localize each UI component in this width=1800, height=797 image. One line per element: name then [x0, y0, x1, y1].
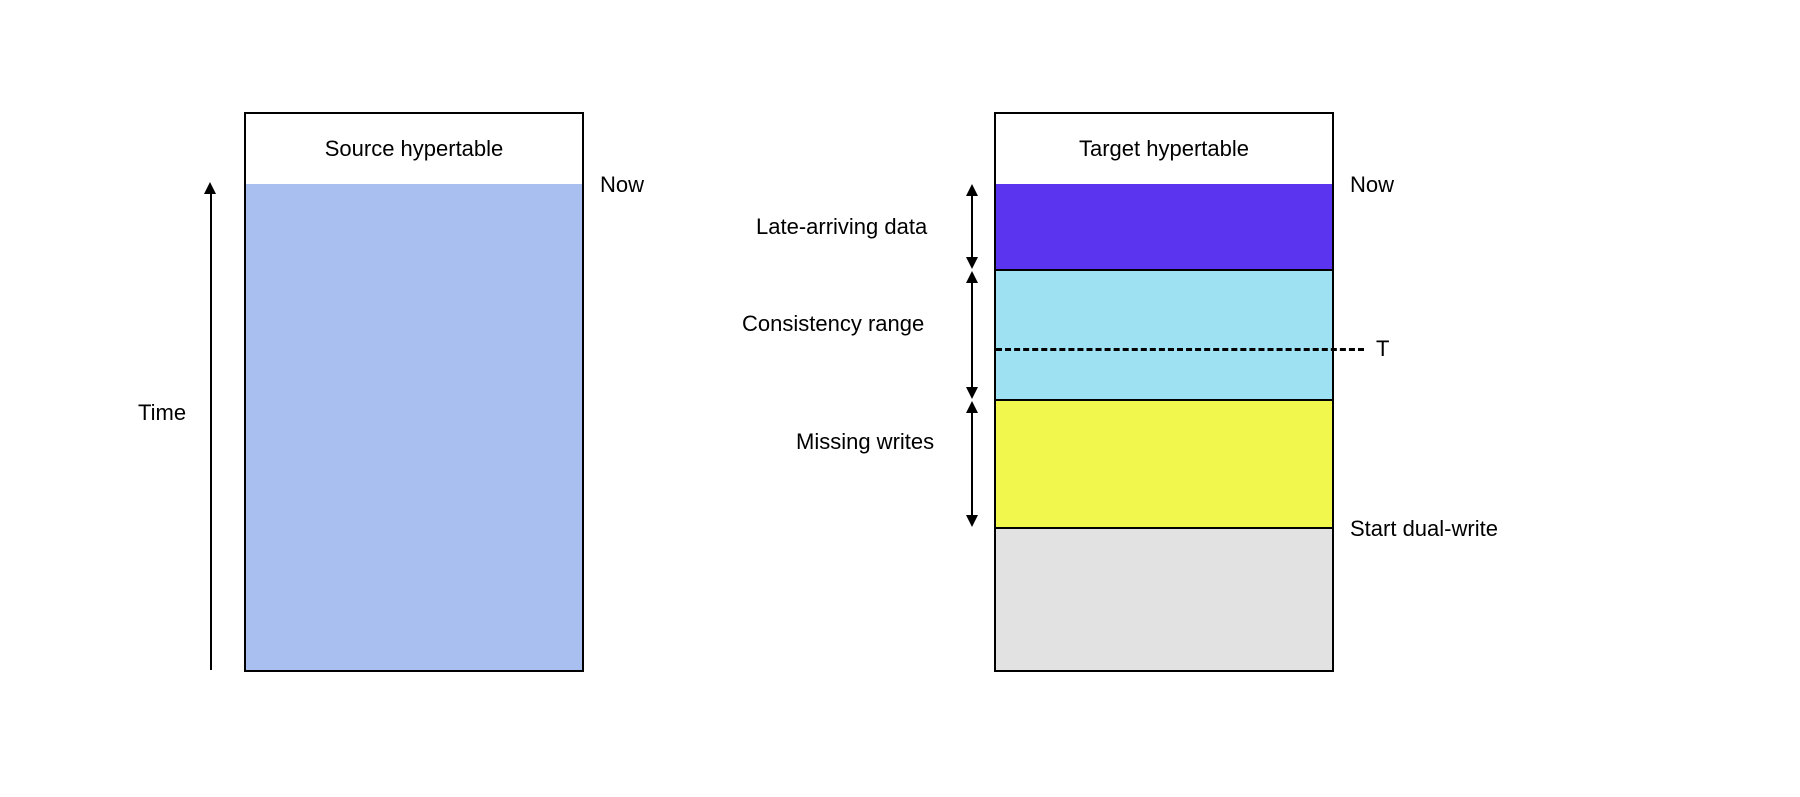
target-title: Target hypertable	[996, 114, 1332, 186]
missing-writes-region	[996, 401, 1332, 529]
late-arriving-region	[996, 184, 1332, 271]
source-hypertable-box: Source hypertable	[244, 112, 584, 672]
consistency-range-label: Consistency range	[742, 311, 924, 337]
missing-writes-label: Missing writes	[796, 429, 934, 455]
t-label: T	[1376, 336, 1389, 362]
source-body-region	[246, 184, 582, 670]
time-axis-label: Time	[138, 400, 186, 426]
target-hypertable-box: Target hypertable	[994, 112, 1334, 672]
late-arriving-label: Late-arriving data	[756, 214, 927, 240]
empty-region	[996, 529, 1332, 670]
source-title: Source hypertable	[246, 114, 582, 186]
t-dash-line	[996, 348, 1364, 351]
consistency-region	[996, 271, 1332, 401]
start-dual-write-label: Start dual-write	[1350, 516, 1498, 542]
source-now-label: Now	[600, 172, 644, 198]
target-now-label: Now	[1350, 172, 1394, 198]
